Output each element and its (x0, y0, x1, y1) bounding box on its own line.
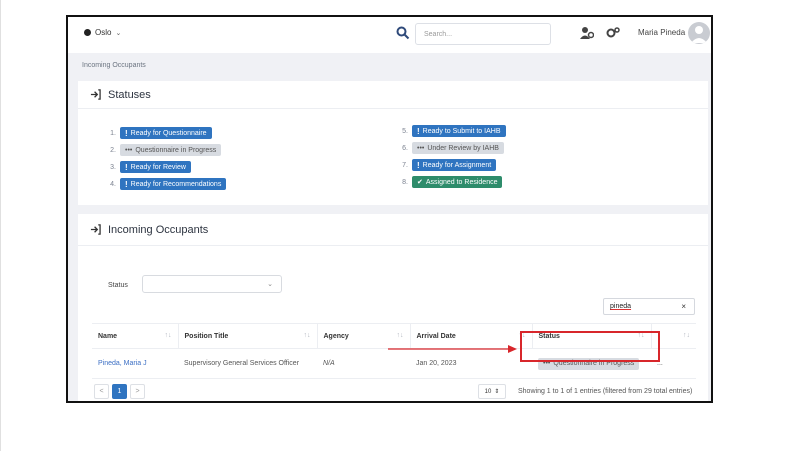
ellipsis-icon: ••• (417, 144, 425, 152)
status-label: Under Review by IAHB (427, 144, 499, 152)
prev-page-button[interactable]: < (94, 384, 109, 399)
next-page-button[interactable]: > (130, 384, 145, 399)
status-list-right: 5.! Ready to Submit to IAHB 6. ••• Under Rev… (396, 123, 506, 191)
exclamation-icon: ! (125, 179, 128, 189)
status-badge: ! Ready to Submit to IAHB (412, 125, 506, 137)
status-label: Ready for Review (130, 163, 186, 171)
status-badge: ! Ready for Review (120, 161, 191, 173)
status-label: Questionnaire in Progress (135, 146, 217, 154)
sort-icon: ↑↓ (164, 332, 172, 339)
status-badge: ✔ Assigned to Residence (412, 176, 503, 188)
table-search-value: pineda (610, 303, 632, 310)
sort-icon: ↑↓ (683, 332, 690, 339)
status-number: 4. (110, 180, 116, 188)
status-badge: ! Ready for Assignment (412, 159, 497, 171)
global-search-input[interactable]: Search... (415, 23, 551, 45)
sign-in-arrow-icon (90, 224, 101, 235)
search-icon[interactable] (396, 26, 410, 40)
status-legend-item: 8. ✔ Assigned to Residence (396, 174, 506, 190)
status-list-left: 1.! Ready for Questionnaire 2. ••• Questionn… (104, 125, 227, 193)
statuses-card: Statuses 1.! Ready for Questionnaire 2. •••… (78, 81, 708, 205)
status-badge: ! Ready for Questionnaire (120, 127, 212, 139)
table-search-input[interactable]: pineda × (603, 298, 695, 315)
clear-search-icon[interactable]: × (681, 302, 686, 311)
breadcrumb[interactable]: Incoming Occupants (82, 62, 146, 69)
updown-icon: ⇕ (494, 389, 500, 395)
pagination: < 1 > (94, 384, 145, 399)
status-legend-item: 3.! Ready for Review (104, 159, 226, 175)
status-legend-item: 4.! Ready for Recommendations (104, 176, 227, 192)
status-label: Assigned to Residence (425, 178, 498, 186)
status-legend-item: 1.! Ready for Questionnaire (104, 125, 226, 141)
status-filter-select[interactable]: ⌄ (142, 275, 282, 293)
location-label: Oslo (95, 28, 112, 37)
sign-in-arrow-icon (90, 89, 101, 100)
status-label: Ready for Assignment (422, 161, 492, 169)
status-number: 1. (110, 129, 116, 137)
location-dot-icon (84, 29, 91, 36)
column-header-position[interactable]: Position Title ↑↓ (177, 323, 317, 349)
status-number: 2. (110, 146, 116, 154)
status-legend-item: 6. ••• Under Review by IAHB (396, 140, 506, 156)
status-label: Ready for Recommendations (130, 180, 222, 188)
settings-gears-icon[interactable] (606, 26, 620, 40)
exclamation-icon: ! (417, 160, 420, 170)
ellipsis-icon: ••• (125, 146, 133, 154)
column-header-name[interactable]: Name ↑↓ (92, 323, 178, 349)
page-edge-line (0, 0, 1, 451)
status-legend-item: 5.! Ready to Submit to IAHB (396, 123, 506, 139)
check-circle-icon: ✔ (417, 179, 423, 186)
position-cell: Supervisory General Services Officer (178, 348, 317, 379)
top-bar: Oslo ⌄ Search... Maria Pineda (68, 17, 711, 53)
status-legend-item: 7.! Ready for Assignment (396, 157, 506, 173)
incoming-occupants-card: Incoming Occupants Status ⌄ pineda × Nam… (78, 214, 708, 401)
exclamation-icon: ! (125, 162, 128, 172)
avatar[interactable] (688, 22, 710, 44)
sort-icon: ↑↓ (303, 332, 311, 339)
statuses-title: Statuses (108, 88, 151, 101)
page-1-button[interactable]: 1 (112, 384, 127, 399)
chevron-down-icon: ⌄ (115, 29, 122, 37)
status-number: 3. (110, 163, 116, 171)
occupants-header: Incoming Occupants (78, 214, 708, 246)
status-badge: ••• Questionnaire in Progress (120, 144, 222, 156)
status-filter-label: Status (108, 282, 128, 289)
status-legend-item: 2. ••• Questionnaire in Progress (104, 142, 226, 158)
status-badge: ••• Under Review by IAHB (412, 142, 504, 154)
occupant-name-link[interactable]: Pineda, Maria J (92, 348, 178, 379)
sort-icon: ↑↓ (396, 332, 404, 339)
page-size-select[interactable]: 10 ⇕ (478, 384, 506, 399)
entries-info: Showing 1 to 1 of 1 entries (filtered fr… (518, 388, 693, 395)
exclamation-icon: ! (125, 128, 128, 138)
status-number: 7. (402, 161, 408, 169)
annotation-highlight-box (520, 331, 660, 362)
annotation-arrow (388, 345, 517, 353)
status-label: Ready for Questionnaire (130, 129, 207, 137)
occupants-title: Incoming Occupants (108, 223, 209, 236)
status-number: 8. (402, 178, 408, 186)
statuses-header: Statuses (78, 81, 708, 109)
location-selector[interactable]: Oslo ⌄ (84, 28, 121, 37)
chevron-down-icon: ⌄ (267, 281, 273, 288)
avatar-person-icon (691, 26, 707, 43)
exclamation-icon: ! (417, 126, 420, 136)
user-gear-icon[interactable] (580, 26, 594, 40)
status-number: 6. (402, 144, 408, 152)
status-badge: ! Ready for Recommendations (120, 178, 227, 190)
user-name[interactable]: Maria Pineda (638, 28, 685, 37)
status-label: Ready to Submit to IAHB (422, 127, 501, 135)
status-number: 5. (402, 127, 408, 135)
